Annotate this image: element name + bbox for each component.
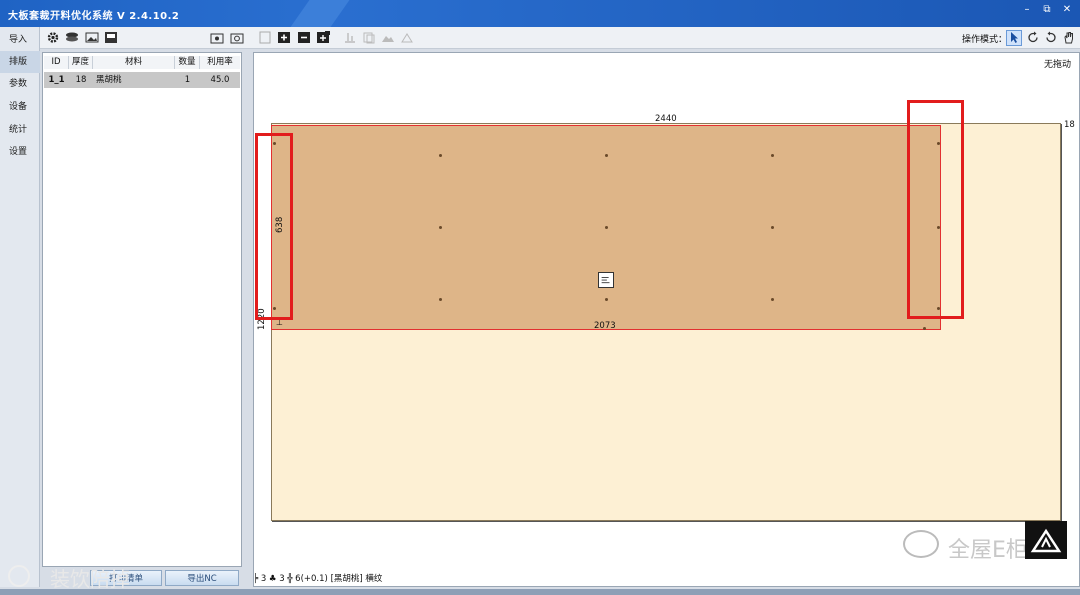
operation-mode-label: 操作模式： — [962, 35, 1008, 45]
cell-material: 黑胡桃 — [96, 75, 122, 85]
fill-icon — [400, 31, 414, 44]
image-icon[interactable] — [85, 31, 99, 44]
remove-icon[interactable] — [297, 31, 311, 44]
add-icon[interactable] — [277, 31, 291, 44]
hand-icon[interactable] — [1062, 31, 1076, 44]
highlight-box-left — [255, 133, 293, 320]
brand-logo-icon — [1025, 521, 1067, 559]
gear-icon[interactable] — [46, 31, 60, 44]
board-thickness-label: 18 — [1064, 120, 1075, 130]
landscape-icon — [381, 31, 395, 44]
watermark-right: 全屋E柜 — [948, 538, 1028, 563]
drill-hole — [923, 327, 926, 330]
nav-item-device[interactable]: 设备 — [0, 96, 40, 118]
toolbar: 操作模式： — [40, 27, 1080, 49]
drill-hole — [439, 226, 442, 229]
restore-button[interactable]: ⧉ — [1038, 3, 1056, 17]
minimize-button[interactable]: – — [1018, 3, 1036, 17]
layout-view-icon[interactable] — [104, 31, 118, 44]
table-row[interactable]: 1_1 18 黑胡桃 1 45.0 — [44, 72, 240, 88]
wechat-logo-icon — [903, 530, 939, 558]
nav-item-settings[interactable]: 设置 — [0, 141, 40, 163]
window-title: 大板套裁开料优化系统 V 2.4.10.2 — [8, 11, 180, 22]
drill-hole — [439, 154, 442, 157]
cell-thickness: 18 — [75, 75, 87, 85]
copy-icon — [362, 31, 376, 44]
taskbar — [0, 589, 1080, 595]
nav-item-stats[interactable]: 统计 — [0, 119, 40, 141]
pointer-mode-icon[interactable] — [1006, 30, 1022, 46]
cell-utilization: 45.0 — [210, 75, 230, 85]
camera-icon[interactable] — [230, 31, 244, 44]
column-header-utilization[interactable]: 利用率 — [200, 56, 240, 69]
drill-hole — [605, 226, 608, 229]
drill-hole — [605, 298, 608, 301]
title-bar-decoration — [290, 0, 350, 27]
insert-icon[interactable] — [316, 31, 330, 44]
part-info-icon[interactable] — [598, 272, 614, 288]
cell-quantity: 1 — [184, 75, 191, 85]
drill-hole — [439, 298, 442, 301]
column-header-quantity[interactable]: 数量 — [175, 56, 200, 69]
nav-item-params[interactable]: 参数 — [0, 73, 40, 95]
align-icon — [343, 31, 357, 44]
highlight-box-right — [907, 100, 964, 319]
left-nav: 导入 排版 参数 设备 统计 设置 — [0, 27, 40, 587]
export-nc-button[interactable]: 导出NC — [165, 570, 239, 586]
column-header-thickness[interactable]: 厚度 — [69, 56, 93, 69]
drill-hole — [771, 154, 774, 157]
export-icon[interactable] — [210, 31, 224, 44]
rotate-ccw-icon[interactable] — [1044, 31, 1058, 44]
part-inner-width-label: 2073 — [594, 321, 616, 331]
part-list-panel: ID 厚度 材料 数量 利用率 1_1 18 黑胡桃 1 45.0 — [42, 52, 242, 567]
drill-hole — [771, 298, 774, 301]
rotate-icon[interactable] — [1026, 31, 1040, 44]
save-icon — [258, 31, 272, 44]
title-bar: 大板套裁开料优化系统 V 2.4.10.2 – ⧉ ✕ — [0, 0, 1080, 27]
nav-item-layout[interactable]: 排版 — [0, 51, 40, 73]
status-bar: ╞ 3 ♣ 3 ╬ 6(+0.1) [黑胡桃] 横纹 — [253, 574, 383, 584]
close-button[interactable]: ✕ — [1058, 3, 1076, 17]
nav-item-import[interactable]: 导入 — [0, 29, 40, 51]
column-header-id[interactable]: ID — [44, 56, 69, 69]
drag-status: 无拖动 — [1043, 60, 1071, 70]
drill-hole — [605, 154, 608, 157]
drill-hole — [771, 226, 774, 229]
column-header-material[interactable]: 材料 — [93, 56, 175, 69]
cell-id: 1_1 — [48, 75, 65, 85]
boards-icon[interactable] — [65, 31, 79, 44]
wechat-logo-icon — [8, 565, 30, 587]
board-width-label: 2440 — [655, 114, 677, 124]
watermark-left: 装饮陪掉 — [50, 567, 130, 591]
